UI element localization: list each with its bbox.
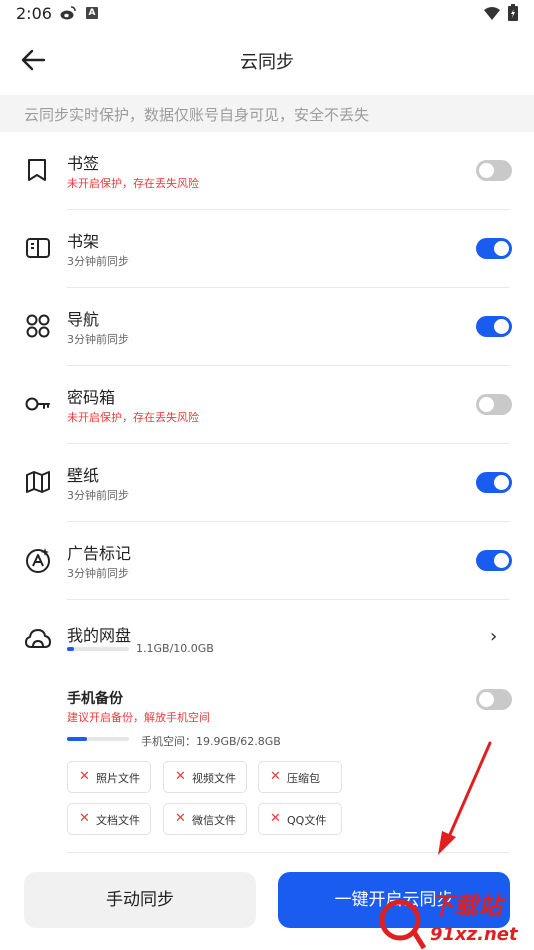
chevron-right-icon[interactable]: › (490, 626, 497, 647)
ad-mark-toggle[interactable] (476, 550, 512, 571)
wifi-icon (484, 7, 500, 20)
sync-row-navigation: 导航 3分钟前同步 (0, 288, 534, 366)
bookmark-icon (28, 159, 46, 181)
chip-label: QQ文件 (287, 814, 327, 827)
header: 云同步 (0, 30, 534, 90)
toggle-knob (479, 397, 494, 412)
manual-sync-button[interactable]: 手动同步 (24, 872, 256, 928)
wallpaper-toggle[interactable] (476, 472, 512, 493)
ad-mark-icon (26, 548, 50, 573)
sync-row-title: 书架 (67, 232, 100, 251)
chip-video-files[interactable]: ✕ 视频文件 (163, 761, 247, 793)
chip-label: 视频文件 (192, 772, 236, 785)
wallpaper-map-icon (26, 471, 50, 493)
sync-row-title: 广告标记 (67, 544, 132, 563)
phone-backup-hint: 建议开启备份，解放手机空间 (67, 711, 210, 724)
sync-row-status: 3分钟前同步 (67, 333, 129, 346)
navigation-grid-icon (26, 314, 50, 338)
phone-space-text: 手机空间：19.9GB/62.8GB (141, 735, 281, 748)
notice-text: 云同步实时保护，数据仅账号自身可见，安全不丢失 (24, 106, 370, 124)
cloud-disk-title: 我的网盘 (67, 626, 132, 645)
toggle-knob (494, 319, 509, 334)
sync-row-status: 3分钟前同步 (67, 489, 129, 502)
phone-backup-toggle[interactable] (476, 689, 512, 710)
cloud-icon (25, 629, 51, 648)
toggle-knob (494, 241, 509, 256)
chip-archives[interactable]: ✕ 压缩包 (258, 761, 342, 793)
status-time: 2:06 (16, 4, 52, 23)
navigation-toggle[interactable] (476, 316, 512, 337)
close-icon: ✕ (175, 769, 186, 784)
sync-row-status: 3分钟前同步 (67, 567, 129, 580)
password-vault-toggle[interactable] (476, 394, 512, 415)
toggle-knob (479, 163, 494, 178)
chip-label: 照片文件 (96, 772, 140, 785)
chip-qq-files[interactable]: ✕ QQ文件 (258, 803, 342, 835)
annotation-arrow-icon (438, 741, 492, 855)
close-icon: ✕ (270, 769, 281, 784)
sync-row-title: 书签 (67, 154, 100, 173)
cloud-disk-row[interactable]: 我的网盘 1.1GB/10.0GB › (0, 600, 534, 672)
chip-label: 文档文件 (96, 814, 140, 827)
watermark-text: 下载站 (430, 892, 502, 920)
sync-row-bookshelf: 书架 3分钟前同步 (0, 210, 534, 288)
sync-row-title: 导航 (67, 310, 100, 329)
battery-icon (508, 4, 518, 21)
sync-row-password-vault: 密码箱 未开启保护，存在丢失风险 (0, 366, 534, 444)
bookmarks-toggle[interactable] (476, 160, 512, 181)
chip-wechat-files[interactable]: ✕ 微信文件 (163, 803, 247, 835)
watermark-url: 91xz.net (430, 924, 518, 945)
bookshelf-toggle[interactable] (476, 238, 512, 259)
sync-row-wallpaper: 壁纸 3分钟前同步 (0, 444, 534, 522)
bookshelf-icon (26, 238, 50, 258)
sync-row-bookmarks: 书签 未开启保护，存在丢失风险 (0, 132, 534, 210)
close-icon: ✕ (270, 811, 281, 826)
a-badge-icon: A (86, 7, 98, 19)
weibo-icon (60, 6, 76, 20)
toggle-knob (494, 553, 509, 568)
phone-backup-title: 手机备份 (67, 691, 123, 707)
chip-document-files[interactable]: ✕ 文档文件 (67, 803, 151, 835)
phone-space-bar (67, 737, 129, 741)
toggle-knob (494, 475, 509, 490)
close-icon: ✕ (79, 811, 90, 826)
usage-fill (67, 737, 87, 741)
sync-row-title: 密码箱 (67, 388, 116, 407)
close-icon: ✕ (79, 769, 90, 784)
toggle-knob (479, 692, 494, 707)
sync-row-status: 未开启保护，存在丢失风险 (67, 411, 199, 424)
cloud-disk-usage-text: 1.1GB/10.0GB (136, 642, 214, 655)
cloud-disk-usage-bar (67, 647, 129, 651)
close-icon: ✕ (175, 811, 186, 826)
usage-fill (67, 647, 74, 651)
notice-banner: 云同步实时保护，数据仅账号自身可见，安全不丢失 (0, 95, 534, 132)
sync-row-title: 壁纸 (67, 466, 100, 485)
chip-label: 压缩包 (287, 772, 320, 785)
page-title: 云同步 (240, 52, 294, 73)
sync-row-ad-mark: 广告标记 3分钟前同步 (0, 522, 534, 600)
status-bar: 2:06 A (0, 0, 534, 28)
sync-row-status: 未开启保护，存在丢失风险 (67, 177, 199, 190)
sync-row-status: 3分钟前同步 (67, 255, 129, 268)
chip-label: 微信文件 (192, 814, 236, 827)
key-icon (25, 397, 50, 411)
chip-photo-files[interactable]: ✕ 照片文件 (67, 761, 151, 793)
